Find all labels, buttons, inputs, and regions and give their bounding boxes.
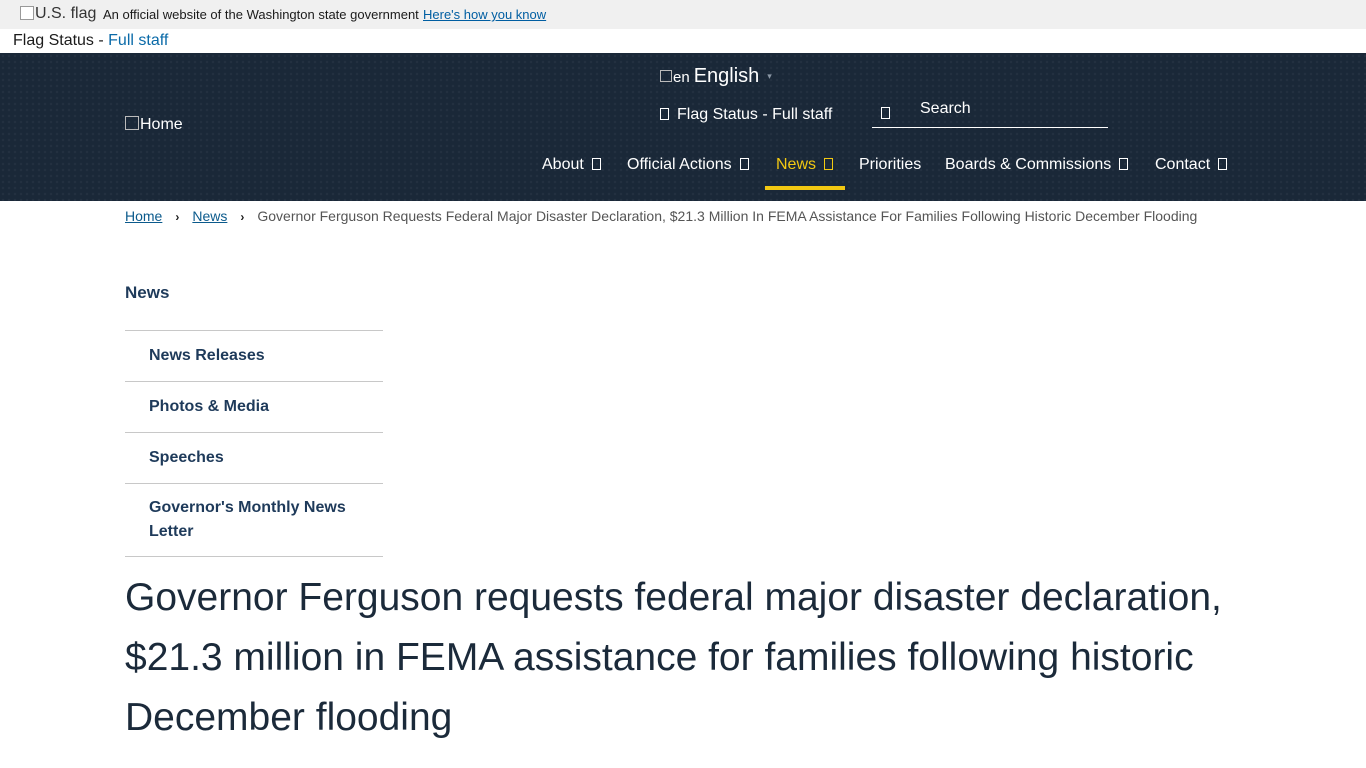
sidebar-item-monthly-newsletter[interactable]: Governor's Monthly News Letter bbox=[125, 484, 383, 557]
us-flag-image: U.S. flag bbox=[20, 5, 96, 23]
breadcrumb: Home › News › Governor Ferguson Requests Fed… bbox=[125, 208, 1197, 224]
nav-item-contact[interactable]: Contact bbox=[1155, 154, 1228, 190]
breadcrumb-home-link[interactable]: Home bbox=[125, 208, 162, 224]
breadcrumb-current: Governor Ferguson Requests Federal Major… bbox=[257, 208, 1198, 224]
chevron-down-icon bbox=[1218, 158, 1228, 170]
flag-status-label: Flag Status - Full staff bbox=[13, 32, 169, 49]
language-label: English bbox=[693, 65, 760, 87]
site-header: Home en English ▾ Flag Status - Full staff… bbox=[0, 53, 1366, 201]
chevron-down-icon bbox=[824, 158, 834, 170]
breadcrumb-separator-icon: › bbox=[175, 210, 180, 224]
page-title: Governor Ferguson requests federal major… bbox=[125, 576, 1222, 739]
chevron-down-icon bbox=[1119, 158, 1129, 170]
search-icon[interactable] bbox=[881, 107, 890, 119]
flag-status-strip: Flag Status - Full staff bbox=[0, 29, 1366, 53]
language-selector[interactable]: en English ▾ bbox=[660, 65, 772, 88]
nav-item-priorities[interactable]: Priorities bbox=[859, 154, 921, 190]
search-placeholder: Search bbox=[920, 100, 971, 117]
gov-banner: U.S. flag An official website of the Was… bbox=[0, 0, 1366, 29]
main-nav: About Official Actions News Priorities B… bbox=[0, 154, 1366, 190]
sidebar-title[interactable]: News bbox=[125, 283, 169, 303]
nav-item-news[interactable]: News bbox=[776, 154, 834, 190]
search-input[interactable]: Search bbox=[872, 98, 1108, 128]
flag-status-value[interactable]: Full staff bbox=[108, 32, 168, 49]
header-flag-status[interactable]: Flag Status - Full staff bbox=[660, 106, 832, 124]
sidebar-nav: News Releases Photos & Media Speeches Go… bbox=[125, 330, 383, 557]
chevron-down-icon bbox=[591, 158, 601, 170]
sidebar-item-speeches[interactable]: Speeches bbox=[125, 433, 383, 484]
flag-icon bbox=[660, 108, 669, 120]
sidebar-item-news-releases[interactable]: News Releases bbox=[125, 331, 383, 382]
language-flag-image: en bbox=[660, 69, 690, 86]
breadcrumb-separator-icon: › bbox=[240, 210, 245, 224]
chevron-down-icon bbox=[739, 158, 749, 170]
how-you-know-link[interactable]: Here's how you know bbox=[423, 7, 546, 22]
chevron-down-icon: ▾ bbox=[767, 71, 772, 81]
home-logo-link[interactable]: Home bbox=[125, 116, 183, 134]
official-site-text: An official website of the Washington st… bbox=[103, 7, 419, 22]
nav-item-about[interactable]: About bbox=[542, 154, 601, 190]
active-nav-indicator bbox=[765, 186, 845, 190]
nav-item-boards-commissions[interactable]: Boards & Commissions bbox=[945, 154, 1129, 190]
sidebar-item-photos-media[interactable]: Photos & Media bbox=[125, 382, 383, 433]
nav-item-official-actions[interactable]: Official Actions bbox=[627, 154, 749, 190]
breadcrumb-news-link[interactable]: News bbox=[192, 208, 227, 224]
